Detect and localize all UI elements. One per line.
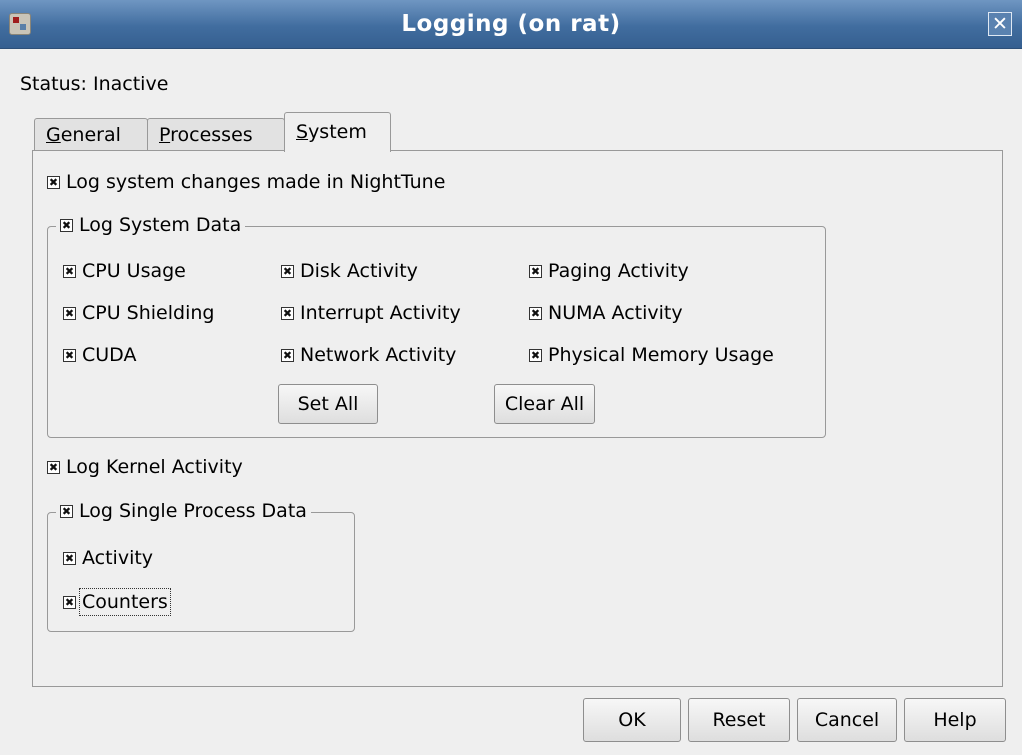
checked-icon: ✖ xyxy=(60,504,73,518)
physical-memory-usage-label: Physical Memory Usage xyxy=(548,344,774,366)
checked-icon: ✖ xyxy=(63,348,76,362)
log-system-data-label: Log System Data xyxy=(79,214,242,236)
tab-general-mnemonic: G xyxy=(46,124,61,146)
cuda-label: CUDA xyxy=(82,344,137,366)
network-activity-label: Network Activity xyxy=(300,344,457,366)
ok-button[interactable]: OK xyxy=(583,698,681,742)
clear-all-button[interactable]: Clear All xyxy=(494,384,595,424)
cpu-shielding-checkbox[interactable]: ✖ CPU Shielding xyxy=(63,302,214,324)
network-activity-checkbox[interactable]: ✖ Network Activity xyxy=(281,344,456,366)
paging-activity-checkbox[interactable]: ✖ Paging Activity xyxy=(529,260,689,282)
checked-icon: ✖ xyxy=(63,264,76,278)
log-single-process-data-label: Log Single Process Data xyxy=(79,500,307,522)
checked-icon: ✖ xyxy=(47,175,60,189)
system-data-group: ✖ Log System Data xyxy=(47,214,826,438)
checked-icon: ✖ xyxy=(281,348,294,362)
activity-checkbox[interactable]: ✖ Activity xyxy=(63,547,153,569)
tab-general[interactable]: General xyxy=(34,118,148,151)
checked-icon: ✖ xyxy=(281,264,294,278)
reset-button[interactable]: Reset xyxy=(688,698,790,742)
activity-label: Activity xyxy=(82,547,154,569)
tab-processes[interactable]: Processes xyxy=(147,118,285,151)
checked-icon: ✖ xyxy=(63,595,76,609)
tab-system-mnemonic: S xyxy=(296,121,309,143)
numa-activity-checkbox[interactable]: ✖ NUMA Activity xyxy=(529,302,683,324)
tab-system[interactable]: System xyxy=(284,112,391,152)
paging-activity-label: Paging Activity xyxy=(548,260,689,282)
interrupt-activity-label: Interrupt Activity xyxy=(300,302,461,324)
tab-processes-mnemonic: P xyxy=(159,124,171,146)
log-kernel-activity-checkbox[interactable]: ✖ Log Kernel Activity xyxy=(47,456,243,478)
log-system-changes-label: Log system changes made in NightTune xyxy=(66,171,446,193)
tab-processes-label: rocesses xyxy=(170,124,253,146)
close-button[interactable]: ✕ xyxy=(988,12,1012,36)
window-title: Logging (on rat) xyxy=(401,11,621,37)
counters-label: Counters xyxy=(79,588,171,616)
cpu-usage-label: CPU Usage xyxy=(82,260,186,282)
tab-system-label: ystem xyxy=(308,121,367,143)
checked-icon: ✖ xyxy=(63,551,76,565)
checked-icon: ✖ xyxy=(47,460,60,474)
interrupt-activity-checkbox[interactable]: ✖ Interrupt Activity xyxy=(281,302,461,324)
tab-general-label: eneral xyxy=(60,124,121,146)
checked-icon: ✖ xyxy=(529,348,542,362)
checked-icon: ✖ xyxy=(529,264,542,278)
set-all-button[interactable]: Set All xyxy=(278,384,378,424)
checked-icon: ✖ xyxy=(281,306,294,320)
title-bar: Logging (on rat) ✕ xyxy=(0,0,1022,49)
physical-memory-usage-checkbox[interactable]: ✖ Physical Memory Usage xyxy=(529,344,774,366)
log-single-process-data-checkbox[interactable]: ✖ Log Single Process Data xyxy=(56,500,311,522)
status-text: Status: Inactive xyxy=(20,73,169,95)
numa-activity-label: NUMA Activity xyxy=(548,302,683,324)
checked-icon: ✖ xyxy=(60,218,73,232)
cpu-usage-checkbox[interactable]: ✖ CPU Usage xyxy=(63,260,186,282)
help-button[interactable]: Help xyxy=(904,698,1006,742)
counters-checkbox[interactable]: ✖ Counters xyxy=(63,588,171,616)
checked-icon: ✖ xyxy=(529,306,542,320)
log-kernel-activity-label: Log Kernel Activity xyxy=(66,456,243,478)
disk-activity-checkbox[interactable]: ✖ Disk Activity xyxy=(281,260,418,282)
cpu-shielding-label: CPU Shielding xyxy=(82,302,215,324)
disk-activity-label: Disk Activity xyxy=(300,260,418,282)
log-system-changes-checkbox[interactable]: ✖ Log system changes made in NightTune xyxy=(47,171,445,193)
single-process-group: ✖ Log Single Process Data xyxy=(47,500,355,632)
cuda-checkbox[interactable]: ✖ CUDA xyxy=(63,344,136,366)
log-system-data-checkbox[interactable]: ✖ Log System Data xyxy=(56,214,246,236)
checked-icon: ✖ xyxy=(63,306,76,320)
cancel-button[interactable]: Cancel xyxy=(797,698,897,742)
